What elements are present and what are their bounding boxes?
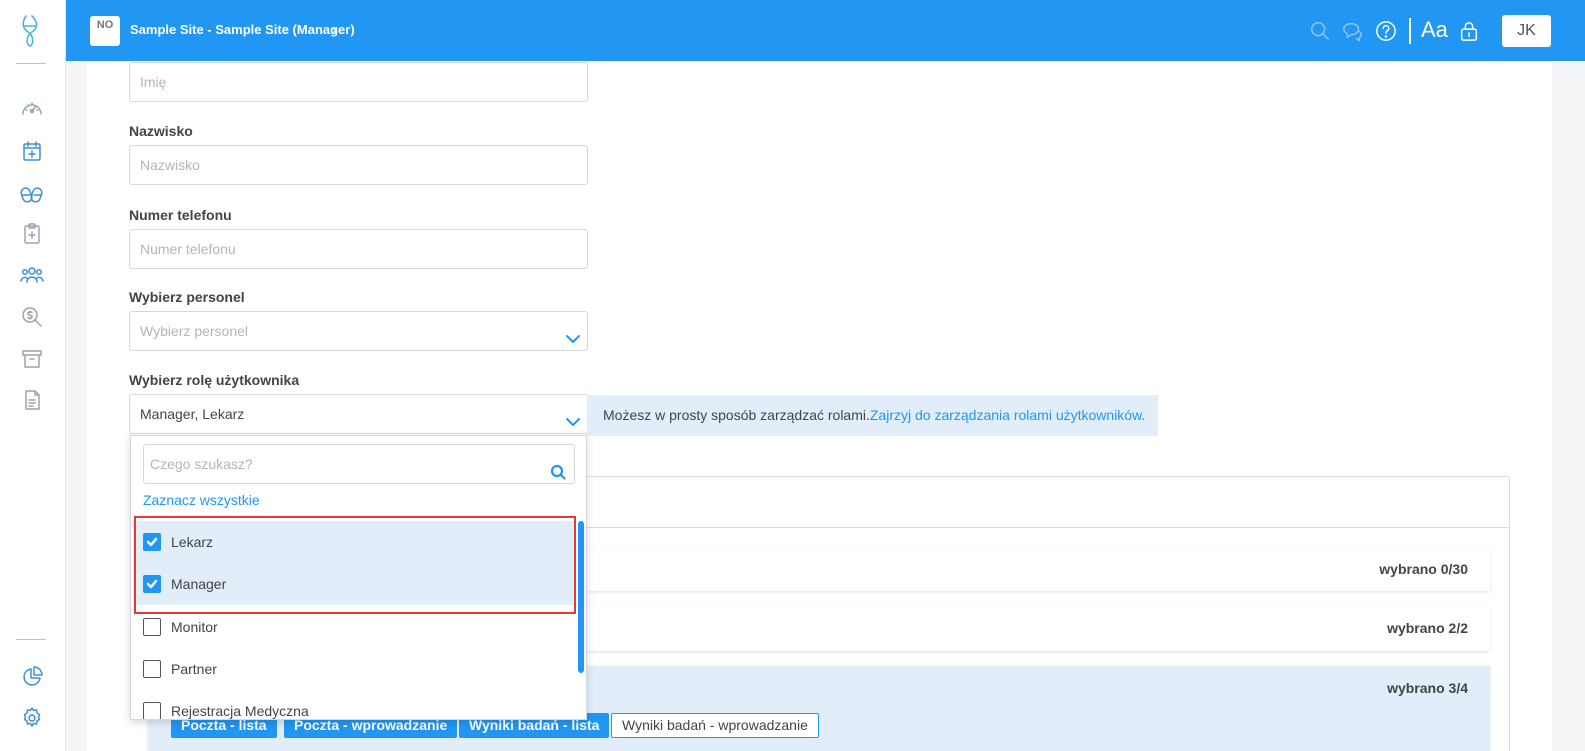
checkbox[interactable] xyxy=(143,660,161,678)
dashboard-icon[interactable] xyxy=(19,96,45,122)
role-select-value: Manager, Lekarz xyxy=(140,406,245,422)
app-logo[interactable] xyxy=(18,14,44,48)
role-option-label: Rejestracja Medyczna xyxy=(171,703,309,719)
role-option-label: Monitor xyxy=(171,619,218,635)
staff-label: Wybierz personel xyxy=(129,289,245,305)
checkbox-checked[interactable] xyxy=(143,533,161,551)
pie-chart-icon[interactable] xyxy=(19,664,45,690)
font-size-toggle[interactable]: Aa xyxy=(1421,17,1448,43)
roles-management-link[interactable]: Zajrzyj do zarządzania rolami użytkownik… xyxy=(870,407,1145,423)
site-logo: NO xyxy=(90,16,120,46)
permission-count: wybrano 3/4 xyxy=(1387,680,1468,696)
role-option-manager[interactable]: Manager xyxy=(133,563,575,605)
staff-select[interactable]: Wybierz personel xyxy=(129,311,588,351)
user-avatar-button[interactable]: JK xyxy=(1502,15,1551,47)
role-option-rejestracja-medyczna[interactable]: Rejestracja Medyczna xyxy=(133,690,575,719)
role-select[interactable]: Manager, Lekarz xyxy=(129,394,588,434)
dropdown-scrollbar[interactable] xyxy=(578,521,584,673)
role-label: Wybierz rolę użytkownika xyxy=(129,372,300,388)
role-search-placeholder: Czego szukasz? xyxy=(150,456,253,472)
clipboard-plus-icon[interactable] xyxy=(19,221,45,247)
role-option-lekarz[interactable]: Lekarz xyxy=(133,521,575,563)
checkbox-checked[interactable] xyxy=(143,575,161,593)
phone-label: Numer telefonu xyxy=(129,207,232,223)
last-name-input[interactable]: Nazwisko xyxy=(129,145,588,185)
settings-icon[interactable] xyxy=(19,705,45,731)
chevron-down-icon[interactable] xyxy=(565,406,581,426)
chat-icon[interactable] xyxy=(1339,18,1365,44)
lock-icon[interactable] xyxy=(1456,18,1482,44)
help-icon[interactable] xyxy=(1373,18,1399,44)
page-scrollbar[interactable] xyxy=(1572,61,1585,751)
search-icon[interactable] xyxy=(1307,18,1333,44)
document-icon[interactable] xyxy=(19,387,45,413)
permission-count: wybrano 0/30 xyxy=(1379,561,1468,577)
chevron-right-icon[interactable]: › xyxy=(332,22,336,37)
role-option-partner[interactable]: Partner xyxy=(133,648,575,690)
first-name-input[interactable]: Imię xyxy=(129,62,588,102)
sidebar xyxy=(0,0,66,751)
roles-info-text: Możesz w prosty sposób zarządzać rolami. xyxy=(603,407,870,423)
site-logo-text: NO xyxy=(96,19,114,31)
permission-tag[interactable]: Wyniki badań - wprowadzanie xyxy=(611,713,819,738)
select-all-link[interactable]: Zaznacz wszystkie xyxy=(143,492,260,508)
users-icon[interactable] xyxy=(19,262,45,288)
search-icon[interactable] xyxy=(550,456,566,480)
role-option-label: Manager xyxy=(171,576,227,592)
chevron-down-icon[interactable] xyxy=(565,323,581,343)
site-title[interactable]: Sample Site - Sample Site (Manager) xyxy=(130,22,355,37)
staff-select-placeholder: Wybierz personel xyxy=(140,323,249,339)
role-option-monitor[interactable]: Monitor xyxy=(133,606,575,648)
pills-icon[interactable] xyxy=(19,180,45,206)
role-option-label: Lekarz xyxy=(171,534,214,550)
calendar-plus-icon[interactable] xyxy=(19,138,45,164)
role-option-label: Partner xyxy=(171,661,217,677)
last-name-label: Nazwisko xyxy=(129,123,193,139)
roles-info-box: Możesz w prosty sposób zarządzać rolami.… xyxy=(587,395,1158,436)
checkbox[interactable] xyxy=(143,702,161,719)
sidebar-divider-bottom xyxy=(16,639,46,640)
search-dollar-icon[interactable] xyxy=(19,304,45,330)
phone-input[interactable]: Numer telefonu xyxy=(129,229,588,269)
top-bar: NO Sample Site - Sample Site (Manager) ›… xyxy=(66,0,1585,61)
checkbox[interactable] xyxy=(143,618,161,636)
role-search-input[interactable]: Czego szukasz? xyxy=(143,444,575,484)
topbar-divider xyxy=(1409,18,1411,44)
sidebar-divider xyxy=(16,63,46,64)
archive-icon[interactable] xyxy=(19,346,45,372)
role-dropdown-menu: Czego szukasz? Zaznacz wszystkie Lekarz … xyxy=(130,435,587,720)
permission-count: wybrano 2/2 xyxy=(1387,620,1468,636)
